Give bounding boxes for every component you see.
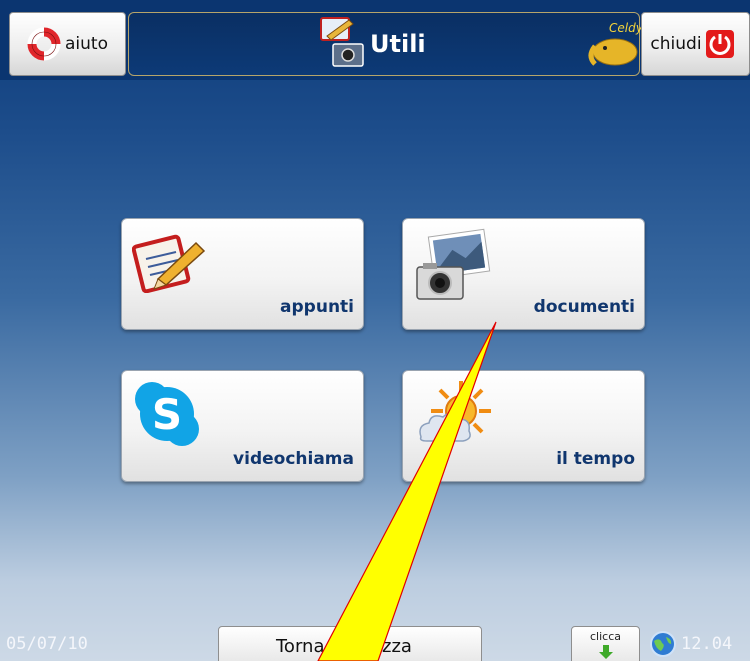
- tile-documenti[interactable]: documenti: [402, 218, 645, 330]
- weather-sun-cloud-icon: [419, 381, 491, 442]
- annotation-pointer: [317, 321, 497, 661]
- clock-display: 12.04: [681, 634, 733, 654]
- tile-label: videochiama: [233, 449, 354, 469]
- lifebuoy-icon: [27, 27, 61, 61]
- back-to-square-button[interactable]: Torna azza: [218, 626, 482, 661]
- page-title: Utili: [370, 30, 426, 58]
- close-button[interactable]: chiudi: [641, 12, 750, 76]
- globe-connection-icon: [650, 631, 676, 657]
- tile-videochiama[interactable]: S videochiama: [121, 370, 364, 482]
- celdy-logo-icon: Celdy: [588, 21, 641, 66]
- tile-appunti[interactable]: appunti: [121, 218, 364, 330]
- back-label-start: Torna: [276, 636, 325, 657]
- skype-icon: S: [135, 382, 199, 446]
- date-display: 05/07/10: [6, 634, 88, 654]
- tile-il-tempo[interactable]: il tempo: [402, 370, 645, 482]
- tile-label: documenti: [533, 297, 635, 317]
- svg-text:S: S: [152, 390, 182, 439]
- click-label: clicca: [590, 630, 621, 643]
- close-label: chiudi: [650, 34, 702, 54]
- tile-label: appunti: [280, 297, 354, 317]
- utilities-icon: [320, 17, 364, 67]
- arrow-down-icon: [598, 645, 613, 659]
- help-button[interactable]: aiuto: [9, 12, 126, 76]
- notepad-pencil-icon: [132, 234, 206, 293]
- camera-photo-icon: [416, 228, 491, 300]
- back-label-end: azza: [371, 636, 412, 657]
- tile-label: il tempo: [556, 449, 635, 469]
- title-bar: Utili Celdy: [128, 12, 641, 76]
- power-icon: [705, 30, 734, 58]
- help-label: aiuto: [65, 34, 108, 54]
- svg-text:Celdy: Celdy: [609, 21, 641, 35]
- click-download-button[interactable]: clicca: [571, 626, 640, 661]
